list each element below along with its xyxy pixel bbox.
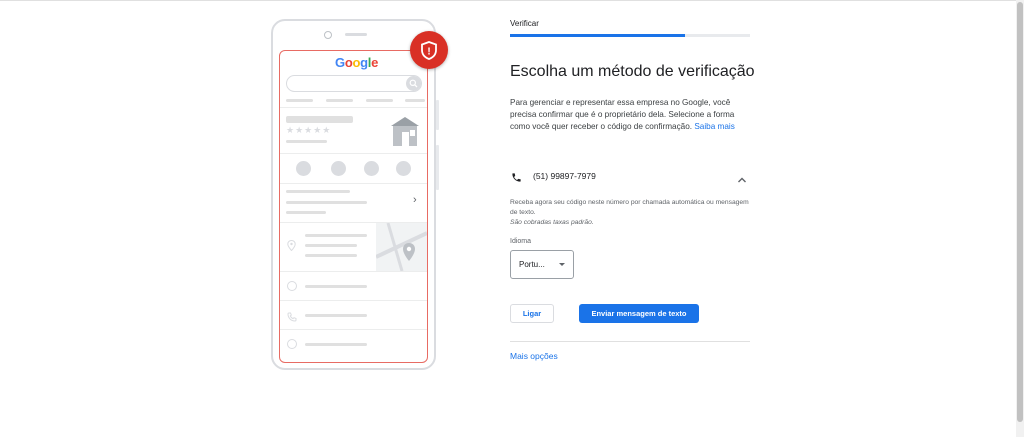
language-select-value: Portu... bbox=[519, 260, 545, 269]
page-title: Escolha um método de verificação bbox=[510, 63, 755, 80]
google-logo: Google bbox=[335, 55, 378, 70]
fees-note: São cobradas taxas padrão. bbox=[510, 219, 594, 226]
info-text: Receba agora seu código neste número por… bbox=[510, 199, 749, 216]
storefront-icon bbox=[389, 114, 421, 151]
camera-icon bbox=[324, 31, 332, 39]
divider bbox=[510, 341, 750, 342]
language-label: Idioma bbox=[510, 238, 532, 245]
divider bbox=[280, 183, 427, 184]
placeholder-bar bbox=[305, 314, 367, 317]
learn-more-link[interactable]: Saiba mais bbox=[694, 122, 735, 131]
search-icon bbox=[406, 76, 421, 91]
phone-side-button bbox=[436, 145, 439, 190]
phone-icon bbox=[296, 161, 311, 176]
website-icon bbox=[396, 161, 411, 176]
description: Para gerenciar e representar essa empres… bbox=[510, 97, 756, 133]
dropdown-caret-icon bbox=[559, 263, 565, 266]
placeholder-bar bbox=[286, 211, 326, 214]
google-logo-letter: G bbox=[335, 55, 345, 70]
phone-side-button bbox=[436, 100, 439, 130]
placeholder-bar bbox=[305, 234, 367, 237]
placeholder-bar bbox=[286, 99, 313, 102]
placeholder-bar bbox=[286, 116, 353, 123]
divider bbox=[280, 153, 427, 154]
divider bbox=[280, 271, 427, 272]
more-options-link[interactable]: Mais opções bbox=[510, 351, 558, 361]
phone-number: (51) 99897-7979 bbox=[533, 171, 596, 181]
phone-option-info: Receba agora seu código neste número por… bbox=[510, 198, 750, 228]
placeholder-bar bbox=[326, 99, 353, 102]
progress-bar-fill bbox=[510, 34, 686, 37]
rating-stars: ★★★★★ bbox=[286, 125, 332, 135]
mock-search-bar bbox=[286, 75, 422, 92]
phone-icon bbox=[511, 170, 522, 188]
phone-speaker bbox=[345, 33, 367, 36]
divider bbox=[280, 300, 427, 301]
placeholder-bar bbox=[366, 99, 393, 102]
chevron-right-icon: › bbox=[413, 194, 417, 206]
map-thumbnail bbox=[375, 222, 428, 276]
phone-icon bbox=[287, 309, 297, 327]
call-button[interactable]: Ligar bbox=[510, 304, 554, 323]
globe-icon bbox=[287, 339, 297, 349]
placeholder-bar bbox=[305, 244, 357, 247]
placeholder-bar bbox=[305, 254, 357, 257]
placeholder-bar bbox=[286, 190, 350, 193]
google-logo-letter: g bbox=[360, 55, 368, 70]
directions-icon bbox=[331, 161, 346, 176]
svg-text:!: ! bbox=[427, 47, 430, 58]
divider bbox=[280, 107, 427, 108]
google-logo-letter: o bbox=[352, 55, 361, 70]
divider bbox=[280, 329, 427, 330]
send-text-button[interactable]: Enviar mensagem de texto bbox=[579, 304, 699, 323]
clock-icon bbox=[287, 281, 297, 291]
placeholder-bar bbox=[286, 201, 367, 204]
placeholder-bar bbox=[305, 285, 367, 288]
step-label: Verificar bbox=[510, 19, 539, 28]
placeholder-bar bbox=[305, 343, 367, 346]
google-logo-letter: e bbox=[371, 55, 379, 70]
location-pin-icon bbox=[287, 238, 296, 256]
chevron-up-icon[interactable] bbox=[737, 171, 747, 189]
placeholder-bar bbox=[405, 99, 425, 102]
top-border bbox=[0, 0, 1024, 1]
save-icon bbox=[364, 161, 379, 176]
scrollbar-thumb[interactable] bbox=[1017, 2, 1023, 422]
shield-alert-icon: ! bbox=[410, 31, 448, 69]
placeholder-bar bbox=[286, 140, 327, 143]
